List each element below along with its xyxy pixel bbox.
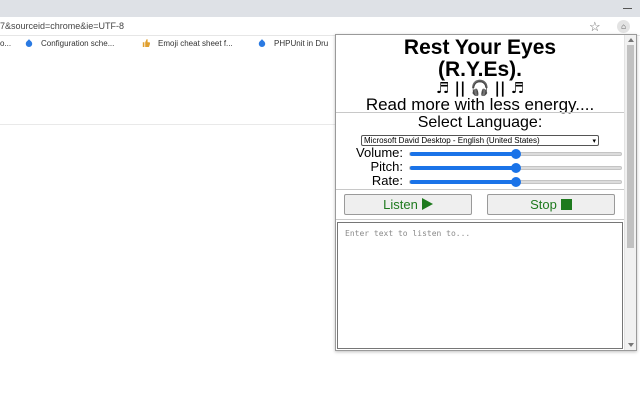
- drupal-icon: [25, 39, 33, 47]
- voice-select-value: Microsoft David Desktop - English (Unite…: [364, 136, 540, 145]
- text-input[interactable]: Enter text to listen to...: [337, 222, 623, 349]
- scroll-up-icon[interactable]: [628, 38, 634, 42]
- slider-fill: [410, 166, 516, 170]
- stop-label: Stop: [530, 197, 557, 212]
- app-title: Rest Your Eyes: [403, 36, 557, 59]
- slider-handle[interactable]: [510, 149, 521, 159]
- extension-icon[interactable]: ⌂: [617, 20, 630, 33]
- scrollbar[interactable]: [624, 35, 636, 350]
- bookmark-item[interactable]: PHPUnit in Dru: [258, 39, 328, 48]
- thumbs-up-icon: [142, 39, 150, 47]
- divider: [336, 219, 624, 220]
- pitch-label: Pitch:: [370, 159, 403, 174]
- drupal-icon: [258, 39, 266, 47]
- rate-slider[interactable]: [409, 177, 622, 187]
- bookmark-item[interactable]: Emoji cheat sheet f...: [142, 39, 233, 48]
- chevron-down-icon: ▾: [592, 138, 596, 145]
- page-divider: [0, 124, 336, 125]
- slider-fill: [410, 180, 516, 184]
- rate-label: Rate:: [371, 173, 403, 188]
- play-icon: [421, 198, 433, 210]
- pitch-slider[interactable]: [409, 163, 622, 173]
- bookmark-label: Emoji cheat sheet f...: [158, 39, 233, 48]
- slider-handle[interactable]: [510, 177, 521, 187]
- stop-button[interactable]: Stop: [487, 194, 615, 215]
- volume-row: Volume:: [336, 146, 624, 160]
- volume-label: Volume:: [356, 145, 403, 160]
- rate-row: Rate:: [336, 174, 624, 188]
- slider-handle[interactable]: [510, 163, 521, 173]
- app-subtitle: (R.Y.Es).: [437, 58, 523, 81]
- bookmark-label: Configuration sche...: [41, 39, 115, 48]
- listen-button[interactable]: Listen: [344, 194, 472, 215]
- bookmark-item[interactable]: Configuration sche...: [25, 39, 114, 48]
- language-label: Select Language:: [417, 114, 543, 131]
- bookmark-star-icon[interactable]: ☆: [589, 19, 601, 35]
- text-input-placeholder: Enter text to listen to...: [345, 229, 471, 238]
- divider: [336, 189, 624, 190]
- minimize-icon[interactable]: [623, 8, 632, 9]
- bookmark-label: PHPUnit in Dru: [274, 39, 329, 48]
- pitch-row: Pitch:: [336, 160, 624, 174]
- popup-content: Rest Your Eyes (R.Y.Es). ♬ || 🎧 || ♬ Rea…: [336, 35, 624, 350]
- scroll-down-icon[interactable]: [628, 343, 634, 347]
- volume-slider[interactable]: [409, 149, 622, 159]
- slider-fill: [410, 152, 516, 156]
- stop-icon: [560, 199, 572, 210]
- url-text[interactable]: 7&sourceid=chrome&ie=UTF-8: [0, 21, 124, 31]
- browser-titlebar: [0, 0, 640, 17]
- bookmark-item[interactable]: o...: [0, 39, 11, 48]
- bookmark-label: o...: [0, 39, 12, 48]
- extension-popup: Rest Your Eyes (R.Y.Es). ♬ || 🎧 || ♬ Rea…: [335, 34, 637, 351]
- scrollbar-thumb[interactable]: [627, 45, 634, 248]
- listen-label: Listen: [383, 197, 418, 212]
